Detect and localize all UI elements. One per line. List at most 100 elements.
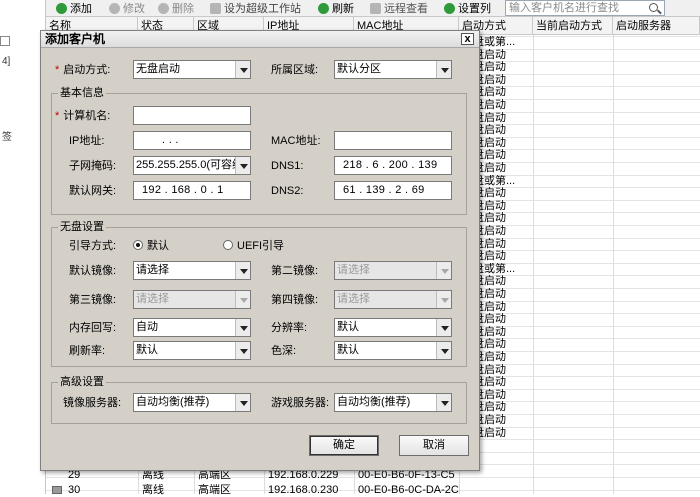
second-image-value: 请选择 (337, 264, 370, 276)
image-server-select[interactable]: 自动均衡(推荐) (133, 393, 251, 412)
dialog-title: 添加客户机 (45, 32, 106, 46)
refresh-icon (318, 3, 329, 14)
guide-default-label: 默认 (147, 240, 169, 252)
fourth-image-select[interactable]: 请选择 (334, 290, 452, 309)
color-depth-value: 默认 (337, 344, 359, 356)
row-name[interactable]: 30 (66, 484, 80, 497)
close-icon[interactable]: x (461, 33, 474, 45)
toolbar: 添加 修改 删除 设为超级工作站 刷新 远程查看 设置列 输入客户机名进行查找 (46, 0, 700, 17)
basic-info-title: 基本信息 (58, 86, 106, 100)
radio-unchecked-icon (223, 240, 233, 250)
guide-mode-label: 引导方式: (69, 240, 117, 252)
chevron-down-icon[interactable] (436, 342, 451, 359)
guide-default-radio[interactable]: 默认 (133, 239, 169, 253)
dns2-label: DNS2: (271, 185, 304, 197)
edit-icon (109, 3, 120, 14)
column-header-boot-server[interactable]: 启动服务器 (613, 17, 700, 35)
third-image-value: 请选择 (136, 293, 169, 305)
gateway-input[interactable]: 192 . 168 . 0 . 1 (133, 181, 251, 200)
game-server-select[interactable]: 自动均衡(推荐) (334, 393, 452, 412)
subnet-mask-select[interactable]: 255.255.255.0(可容纳 (133, 156, 251, 175)
cancel-button[interactable]: 取消 (399, 435, 469, 456)
chevron-down-icon[interactable] (235, 319, 250, 336)
delete-icon (158, 3, 169, 14)
third-image-select[interactable]: 请选择 (133, 290, 251, 309)
boot-mode-label: * 启动方式: (55, 63, 110, 77)
search-icon[interactable] (649, 3, 658, 12)
chevron-down-icon[interactable] (235, 291, 250, 308)
boot-mode-label-text: 启动方式: (63, 64, 111, 76)
chevron-down-icon[interactable] (436, 262, 451, 279)
computer-icon (52, 486, 62, 494)
chevron-down-icon[interactable] (436, 291, 451, 308)
add-button[interactable]: 添加 (56, 2, 92, 16)
set-super-label: 设为超级工作站 (224, 3, 301, 15)
default-image-label: 默认镜像: (69, 265, 117, 277)
columns-icon (444, 3, 455, 14)
set-super-workstation-button[interactable]: 设为超级工作站 (210, 2, 301, 16)
mac-input[interactable] (334, 131, 452, 150)
memory-writeback-value: 自动 (136, 321, 158, 333)
color-depth-select[interactable]: 默认 (334, 341, 452, 360)
chevron-down-icon[interactable] (235, 157, 250, 174)
fourth-image-label: 第四镜像: (271, 294, 319, 306)
edit-label: 修改 (123, 3, 145, 15)
left-panel-fragment: 4] (2, 56, 11, 67)
memory-writeback-select[interactable]: 自动 (133, 318, 251, 337)
region-value: 默认分区 (337, 63, 381, 75)
chevron-down-icon[interactable] (436, 61, 451, 78)
dialog-titlebar[interactable]: 添加客户机 x (41, 31, 479, 48)
refresh-button[interactable]: 刷新 (318, 2, 354, 16)
refresh-rate-select[interactable]: 默认 (133, 341, 251, 360)
column-header-current-boot-mode[interactable]: 当前启动方式 (533, 17, 613, 35)
computer-name-label: * 计算机名: (55, 109, 110, 123)
tree-node-box[interactable] (0, 36, 10, 46)
chevron-down-icon[interactable] (235, 342, 250, 359)
computer-name-input[interactable] (133, 106, 251, 125)
resolution-value: 默认 (337, 321, 359, 333)
guide-uefi-radio[interactable]: UEFI引导 (223, 239, 284, 253)
row-status: 离线 (142, 484, 164, 496)
refresh-rate-label: 刷新率: (69, 345, 106, 357)
fourth-image-value: 请选择 (337, 293, 370, 305)
client-search-input[interactable]: 输入客户机名进行查找 (505, 0, 665, 16)
boot-mode-select[interactable]: 无盘启动 (133, 60, 251, 79)
ip-input[interactable]: . . . (133, 131, 251, 150)
default-image-select[interactable]: 请选择 (133, 261, 251, 280)
required-mark: * (55, 64, 60, 76)
gateway-label: 默认网关: (69, 185, 117, 197)
guide-uefi-label: UEFI引导 (237, 240, 285, 252)
dns2-input[interactable]: 61 . 139 . 2 . 69 (334, 181, 452, 200)
ip-label: IP地址: (69, 135, 105, 147)
chevron-down-icon[interactable] (436, 394, 451, 411)
subnet-mask-label: 子网掩码: (69, 160, 117, 172)
memory-writeback-label: 内存回写: (69, 322, 117, 334)
advanced-settings-title: 高级设置 (58, 375, 106, 389)
remote-view-button[interactable]: 远程查看 (370, 2, 428, 16)
region-select[interactable]: 默认分区 (334, 60, 452, 79)
remote-view-icon (370, 3, 381, 14)
chevron-down-icon[interactable] (235, 262, 250, 279)
ok-button[interactable]: 确定 (309, 435, 379, 456)
remote-view-label: 远程查看 (384, 3, 428, 15)
set-columns-button[interactable]: 设置列 (444, 2, 491, 16)
resolution-label: 分辨率: (271, 322, 308, 334)
refresh-label: 刷新 (332, 3, 354, 15)
image-server-value: 自动均衡(推荐) (136, 396, 210, 408)
chevron-down-icon[interactable] (235, 61, 250, 78)
chevron-down-icon[interactable] (436, 319, 451, 336)
row-mac: 00-E0-B6-0C-DA-2C (358, 484, 459, 496)
resolution-select[interactable]: 默认 (334, 318, 452, 337)
boot-mode-value: 无盘启动 (136, 63, 180, 75)
delete-button[interactable]: 删除 (158, 2, 194, 16)
second-image-select[interactable]: 请选择 (334, 261, 452, 280)
edit-button[interactable]: 修改 (109, 2, 145, 16)
row-area: 高端区 (198, 484, 231, 496)
diskless-settings-title: 无盘设置 (58, 220, 106, 234)
third-image-label: 第三镜像: (69, 294, 117, 306)
chevron-down-icon[interactable] (235, 394, 250, 411)
add-label: 添加 (70, 3, 92, 15)
radio-checked-icon (133, 240, 143, 250)
dns1-input[interactable]: 218 . 6 . 200 . 139 (334, 156, 452, 175)
game-server-label: 游戏服务器: (271, 397, 330, 409)
